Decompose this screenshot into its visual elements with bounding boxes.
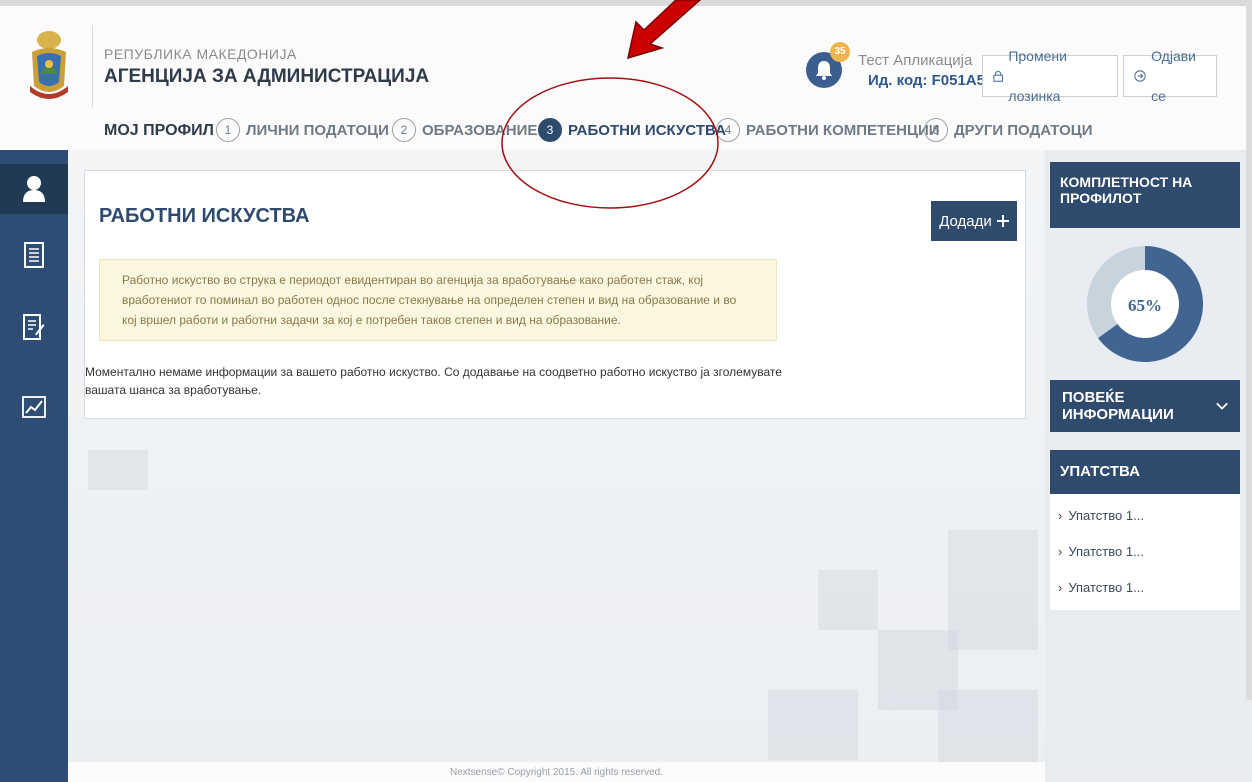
- user-name: Тест Апликација: [858, 52, 973, 69]
- bell-icon: [816, 61, 832, 80]
- info-notice: Работно искуство во струка е периодот ев…: [99, 259, 777, 341]
- chevron-right-icon: ›: [1058, 544, 1063, 559]
- org-name: АГЕНЦИЈА ЗА АДМИНИСТРАЦИЈА: [104, 66, 430, 87]
- completeness-widget: 65%: [1050, 228, 1240, 380]
- footer-copyright: Nextsense© Copyright 2015. All rights re…: [68, 762, 1045, 782]
- notifications-badge: 35: [830, 42, 850, 62]
- sidebar-item-list[interactable]: [0, 230, 68, 280]
- step-number: 5: [924, 118, 948, 142]
- change-password-label: Промени лозинка: [1008, 48, 1067, 104]
- plus-icon: [996, 215, 1009, 227]
- guide-label: Упатство 1...: [1068, 508, 1144, 523]
- edit-document-icon: [23, 314, 45, 340]
- add-button-label: Додади: [939, 212, 992, 230]
- chart-trend-icon: [22, 396, 46, 418]
- guide-link[interactable]: › Упатство 1...: [1058, 508, 1144, 523]
- step-work-experience[interactable]: 3 РАБОТНИ ИСКУСТВА: [538, 118, 726, 142]
- my-profile-label: МОЈ ПРОФИЛ: [104, 122, 214, 139]
- step-number: 2: [392, 118, 416, 142]
- chevron-right-icon: ›: [1058, 580, 1063, 595]
- sidebar-item-statistics[interactable]: [0, 382, 68, 432]
- guides-list: › Упатство 1... › Упатство 1... › Упатст…: [1050, 494, 1240, 610]
- chevron-right-icon: ›: [1058, 508, 1063, 523]
- page-header: РЕПУБЛИКА МАКЕДОНИЈА АГЕНЦИЈА ЗА АДМИНИС…: [0, 0, 1252, 150]
- coat-of-arms-logo: [24, 26, 74, 106]
- completeness-value: 65%: [1128, 296, 1162, 315]
- completeness-header: КОМПЛЕТНОСТ НА ПРОФИЛОТ: [1050, 162, 1240, 228]
- step-number: 3: [538, 118, 562, 142]
- step-other-data[interactable]: 5 ДРУГИ ПОДАТОЦИ: [924, 118, 1093, 142]
- step-number: 1: [216, 118, 240, 142]
- left-sidebar: [0, 150, 68, 782]
- step-label: ОБРАЗОВАНИЕ: [422, 121, 538, 139]
- step-education[interactable]: 2 ОБРАЗОВАНИЕ: [392, 118, 537, 142]
- header-divider: [92, 26, 93, 108]
- sidebar-item-documents[interactable]: [0, 302, 68, 352]
- step-personal-data[interactable]: 1 ЛИЧНИ ПОДАТОЦИ: [216, 118, 389, 142]
- step-label: ЛИЧНИ ПОДАТОЦИ: [246, 121, 389, 139]
- step-work-competences[interactable]: 4 РАБОТНИ КОМПЕТЕНЦИИ: [716, 118, 940, 142]
- guide-link[interactable]: › Упатство 1...: [1058, 544, 1144, 559]
- guide-link[interactable]: › Упатство 1...: [1058, 580, 1144, 595]
- more-info-toggle[interactable]: ПОВЕЌЕ ИНФОРМАЦИИ: [1050, 380, 1240, 432]
- add-button[interactable]: Додади: [931, 201, 1017, 241]
- step-label: РАБОТНИ КОМПЕТЕНЦИИ: [746, 121, 940, 139]
- completeness-donut: 65%: [1087, 246, 1203, 362]
- guide-label: Упатство 1...: [1068, 580, 1144, 595]
- list-icon: [24, 242, 44, 268]
- guides-header: УПАТСТВА: [1050, 450, 1240, 494]
- guide-label: Упатство 1...: [1068, 544, 1144, 559]
- chevron-down-icon: [1216, 402, 1228, 410]
- change-password-button[interactable]: Промени лозинка: [982, 48, 1118, 104]
- logout-icon: [1134, 70, 1146, 82]
- work-experience-card: РАБОТНИ ИСКУСТВА Додади Работно искуство…: [84, 170, 1026, 419]
- page-scrollbar[interactable]: [1246, 0, 1252, 700]
- org-country: РЕПУБЛИКА МАКЕДОНИЈА: [104, 46, 297, 62]
- more-info-label: ПОВЕЌЕ ИНФОРМАЦИИ: [1062, 389, 1174, 423]
- lock-icon: [993, 70, 1003, 82]
- page-title: РАБОТНИ ИСКУСТВА: [99, 205, 310, 227]
- user-icon: [23, 176, 45, 202]
- sidebar-item-profile[interactable]: [0, 164, 68, 214]
- step-label: РАБОТНИ ИСКУСТВА: [568, 121, 726, 139]
- user-code: Ид. код: F051A5E: [868, 72, 995, 89]
- step-number: 4: [716, 118, 740, 142]
- logout-button[interactable]: Одјави се: [1123, 48, 1217, 104]
- empty-state-message: Моментално немаме информации за вашето р…: [85, 365, 782, 397]
- step-label: ДРУГИ ПОДАТОЦИ: [954, 121, 1093, 139]
- logout-label: Одјави се: [1151, 48, 1196, 104]
